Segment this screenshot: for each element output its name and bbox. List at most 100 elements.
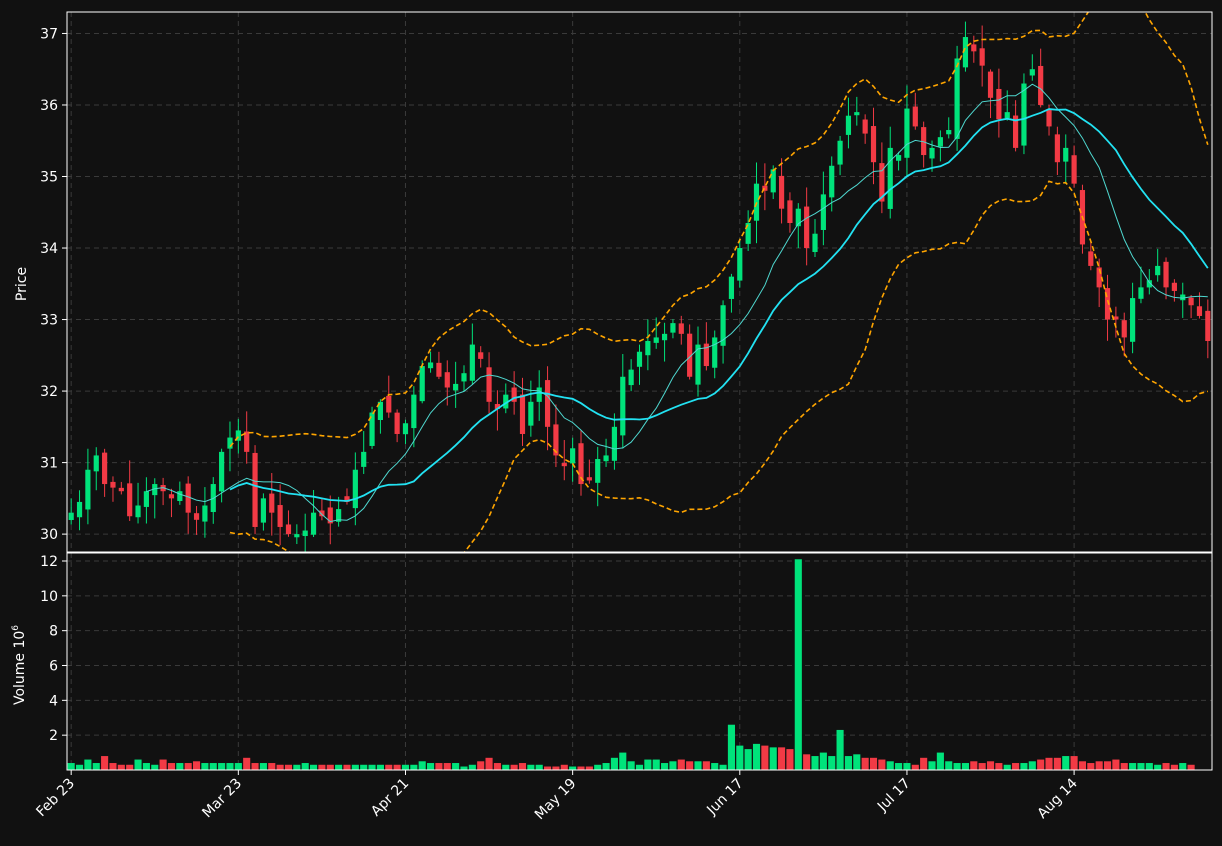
volume-bar bbox=[694, 761, 702, 770]
volume-bar bbox=[1120, 763, 1128, 770]
volume-bar bbox=[117, 764, 125, 770]
volume-bar bbox=[736, 745, 744, 770]
candle-body bbox=[770, 169, 776, 193]
volume-bar bbox=[184, 763, 192, 770]
volume-bar bbox=[109, 763, 117, 770]
volume-bar bbox=[92, 763, 100, 770]
candle-body bbox=[787, 200, 793, 223]
candle-body bbox=[143, 491, 149, 507]
candle-body bbox=[85, 469, 91, 510]
x-tick-label: Mar 23 bbox=[199, 776, 245, 822]
volume-bar bbox=[1179, 763, 1187, 770]
volume-bar bbox=[669, 761, 677, 770]
volume-bar bbox=[1045, 757, 1053, 770]
candle-body bbox=[310, 512, 317, 535]
volume-bar bbox=[176, 763, 184, 770]
candle-body bbox=[427, 362, 434, 369]
volume-bar bbox=[468, 764, 476, 770]
candle-body bbox=[929, 147, 935, 159]
candle-body bbox=[361, 451, 367, 467]
price-tick-label: 34 bbox=[40, 241, 58, 257]
sma-fast-line bbox=[146, 83, 1208, 523]
volume-bar bbox=[452, 763, 460, 770]
volume-bar bbox=[276, 764, 284, 770]
volume-bar bbox=[1170, 764, 1178, 770]
volume-bar bbox=[510, 764, 518, 770]
volume-bar bbox=[778, 747, 786, 770]
candle-body bbox=[653, 337, 659, 343]
volume-bar bbox=[309, 764, 318, 770]
volume-bar bbox=[427, 763, 435, 770]
lower-band-line bbox=[229, 180, 1209, 552]
candle-body bbox=[670, 323, 676, 333]
volume-bar bbox=[986, 761, 995, 770]
volume-bar bbox=[677, 759, 685, 770]
candle-body bbox=[829, 165, 835, 198]
candle-body bbox=[252, 452, 258, 527]
candle-body bbox=[1021, 83, 1027, 146]
volume-bar bbox=[853, 754, 861, 770]
volume-bar bbox=[84, 759, 92, 770]
volume-bar bbox=[376, 764, 384, 770]
volume-bar bbox=[970, 761, 978, 770]
volume-bar bbox=[661, 763, 669, 770]
volume-bar bbox=[343, 764, 351, 770]
volume-bar bbox=[895, 763, 903, 770]
candle-body bbox=[937, 137, 943, 147]
candle-body bbox=[1188, 297, 1194, 306]
volume-bar bbox=[635, 764, 644, 770]
candle-body bbox=[486, 367, 492, 402]
volume-bar bbox=[535, 764, 543, 770]
candle-body bbox=[895, 155, 902, 161]
volume-bar bbox=[936, 752, 944, 770]
candle-body bbox=[804, 206, 810, 249]
volume-bar bbox=[744, 749, 752, 770]
candle-body bbox=[118, 487, 124, 492]
candle-body bbox=[820, 194, 826, 230]
volume-bar bbox=[1078, 761, 1087, 770]
volume-bar bbox=[920, 757, 928, 770]
volume-bar bbox=[686, 761, 694, 770]
candle-body bbox=[1054, 134, 1060, 163]
volume-bar bbox=[577, 766, 585, 770]
volume-bar bbox=[711, 763, 719, 770]
x-tick-label: Jul 17 bbox=[874, 776, 914, 816]
price-tick-label: 32 bbox=[40, 384, 58, 400]
x-tick-label: Jun 17 bbox=[703, 776, 746, 819]
volume-bar bbox=[192, 761, 201, 770]
candle-body bbox=[1163, 261, 1169, 288]
candle-body bbox=[753, 183, 760, 221]
volume-bar bbox=[101, 756, 109, 770]
volume-bar bbox=[518, 763, 527, 770]
candle-body bbox=[1205, 310, 1211, 342]
volume-bar bbox=[368, 764, 376, 770]
candle-body bbox=[444, 372, 450, 388]
price-tick-label: 35 bbox=[40, 170, 58, 186]
candle-body bbox=[469, 344, 475, 381]
candle-body bbox=[570, 448, 576, 464]
candle-body bbox=[661, 333, 668, 341]
volume-bar bbox=[828, 756, 836, 770]
candle-body bbox=[996, 88, 1002, 120]
volume-bar bbox=[485, 757, 493, 770]
volume-bar bbox=[861, 757, 869, 770]
candle-body bbox=[193, 513, 200, 520]
volume-bar bbox=[811, 756, 819, 770]
candle-body bbox=[219, 451, 225, 492]
candle-body bbox=[285, 524, 292, 535]
candle-body bbox=[135, 505, 141, 518]
volume-bar bbox=[1129, 763, 1137, 770]
volume-bar bbox=[142, 763, 150, 770]
candle-body bbox=[737, 248, 743, 281]
volume-bar bbox=[702, 761, 710, 770]
candle-body bbox=[611, 426, 618, 461]
x-tick-label: Aug 14 bbox=[1035, 775, 1081, 821]
candle-body bbox=[712, 337, 718, 368]
volume-bar bbox=[1020, 763, 1028, 770]
price-tick-label: 33 bbox=[40, 313, 58, 329]
volume-bar bbox=[619, 752, 627, 770]
volume-bar bbox=[769, 747, 777, 770]
volume-bar bbox=[201, 763, 209, 770]
candle-body bbox=[595, 459, 601, 483]
volume-bar bbox=[443, 763, 451, 770]
